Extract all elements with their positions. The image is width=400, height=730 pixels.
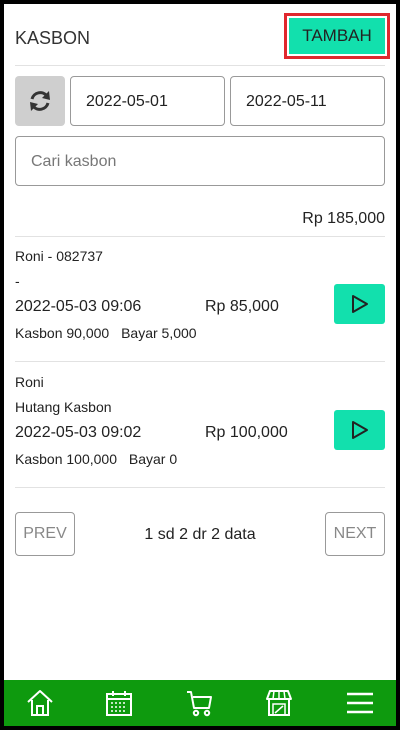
calendar-icon xyxy=(106,691,132,716)
entry-details: Kasbon 100,000 Bayar 0 xyxy=(15,451,177,467)
entry-amount: Rp 85,000 xyxy=(205,298,279,315)
total-amount: Rp 185,000 xyxy=(302,210,385,227)
entry-bayar: Bayar 0 xyxy=(128,451,178,467)
divider xyxy=(15,65,385,66)
nav-calendar[interactable] xyxy=(84,680,154,726)
open-entry-button[interactable] xyxy=(334,410,385,450)
nav-cart[interactable] xyxy=(165,680,235,726)
app-screen: KASBON TAMBAH 2022-05-01 2022-05-11 Cari… xyxy=(4,4,396,726)
play-icon xyxy=(351,421,368,439)
header: KASBON TAMBAH xyxy=(4,4,396,66)
open-entry-button[interactable] xyxy=(334,284,385,324)
home-icon xyxy=(27,690,53,716)
entry-note: - xyxy=(15,273,20,289)
add-button[interactable]: TAMBAH xyxy=(284,13,390,59)
prev-button[interactable]: PREV xyxy=(15,512,75,556)
store-icon xyxy=(266,690,292,716)
nav-menu[interactable] xyxy=(325,680,395,726)
refresh-icon xyxy=(30,91,50,111)
divider xyxy=(15,361,385,362)
entry-datetime: 2022-05-03 09:02 xyxy=(15,424,142,441)
date-to-field[interactable]: 2022-05-11 xyxy=(230,76,385,126)
entry-datetime: 2022-05-03 09:06 xyxy=(15,298,142,315)
cart-icon xyxy=(187,691,212,717)
refresh-button[interactable] xyxy=(15,76,65,126)
entry-kasbon: Kasbon 100,000 xyxy=(15,451,117,467)
bottom-nav xyxy=(4,680,396,726)
entry-amount: Rp 100,000 xyxy=(205,424,288,441)
add-button-label[interactable]: TAMBAH xyxy=(289,18,385,54)
entry-note: Hutang Kasbon xyxy=(15,399,112,415)
play-icon xyxy=(351,295,368,313)
entry-name: Roni - 082737 xyxy=(15,248,103,264)
search-input[interactable]: Cari kasbon xyxy=(15,136,385,186)
next-button[interactable]: NEXT xyxy=(325,512,385,556)
divider xyxy=(15,487,385,488)
page-title: KASBON xyxy=(15,28,91,48)
nav-store[interactable] xyxy=(244,680,314,726)
entry-bayar: Bayar 5,000 xyxy=(121,325,197,341)
date-from-field[interactable]: 2022-05-01 xyxy=(70,76,225,126)
menu-icon xyxy=(347,692,373,714)
divider xyxy=(15,236,385,237)
nav-home[interactable] xyxy=(5,680,75,726)
pagination-info: 1 sd 2 dr 2 data xyxy=(144,526,256,543)
entry-name: Roni xyxy=(15,374,44,390)
entry-details: Kasbon 90,000 Bayar 5,000 xyxy=(15,325,197,341)
entry-kasbon: Kasbon 90,000 xyxy=(15,325,110,341)
